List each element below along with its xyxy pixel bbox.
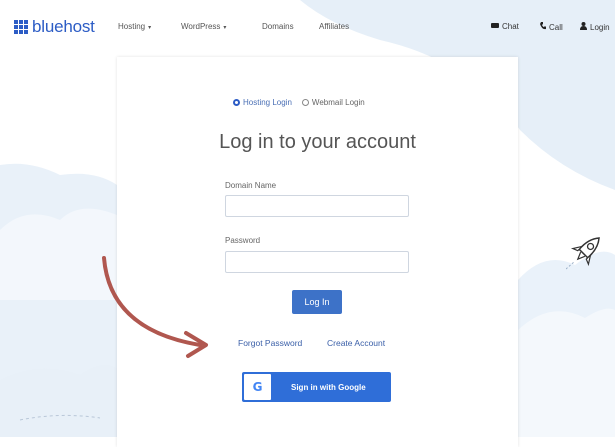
bluehost-logo[interactable]: bluehost	[14, 17, 95, 36]
user-icon	[580, 22, 587, 32]
webmail-login-radio[interactable]	[301, 99, 309, 106]
domain-name-label: Domain Name	[225, 181, 277, 190]
password-input[interactable]	[225, 251, 409, 273]
nav-domains-label: Domains	[262, 22, 294, 31]
log-in-button[interactable]: Log In	[292, 290, 342, 314]
create-account-link[interactable]: Create Account	[327, 338, 385, 348]
chat-label: Chat	[502, 22, 519, 31]
nav-affiliates[interactable]: Affiliates	[319, 22, 349, 31]
chat-icon	[491, 22, 499, 31]
login-type-options: Hosting Login Webmail Login	[233, 98, 365, 107]
login-link[interactable]: Login	[580, 22, 610, 32]
domain-name-input[interactable]	[225, 195, 409, 217]
nav-hosting-label: Hosting	[118, 22, 146, 31]
nav-wordpress-label: WordPress	[181, 22, 221, 31]
rocket-icon	[566, 237, 600, 270]
login-label: Login	[590, 22, 610, 32]
page-title: Log in to your account	[219, 131, 416, 153]
nav-affiliates-label: Affiliates	[319, 22, 350, 31]
google-letter: G	[252, 380, 263, 394]
site-header: bluehost Hosting ▾ WordPress ▾ Domains Aff…	[0, 0, 615, 48]
chat-link[interactable]: Chat	[491, 22, 519, 31]
logo-text: bluehost	[32, 17, 95, 36]
nav-hosting[interactable]: Hosting ▾	[118, 22, 151, 31]
chevron-down-icon: ▾	[148, 25, 152, 31]
google-sign-in-button[interactable]: G Sign in with Google	[242, 372, 391, 402]
google-icon: G	[244, 374, 271, 400]
nav-wordpress[interactable]: WordPress ▾	[181, 22, 226, 31]
chevron-down-icon: ▾	[223, 25, 227, 31]
call-link[interactable]: Call	[540, 22, 563, 32]
webmail-login-label[interactable]: Webmail Login	[312, 98, 365, 107]
hosting-login-radio[interactable]	[233, 99, 240, 106]
call-label: Call	[549, 22, 563, 32]
forgot-password-link[interactable]: Forgot Password	[238, 338, 302, 348]
nav-domains[interactable]: Domains	[262, 22, 294, 31]
google-sign-in-label: Sign in with Google	[291, 382, 366, 392]
password-label: Password	[225, 236, 261, 245]
hosting-login-label[interactable]: Hosting Login	[243, 98, 292, 107]
logo-grid-icon	[14, 20, 28, 34]
phone-icon	[540, 22, 546, 32]
